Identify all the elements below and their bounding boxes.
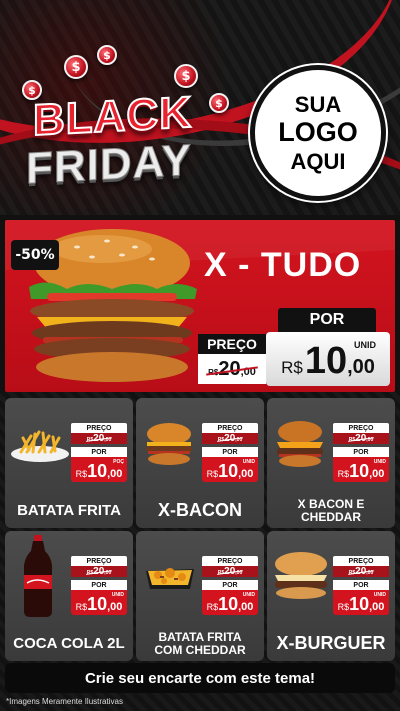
soda-bottle-image: [23, 535, 53, 617]
product-name: X-BURGUER: [276, 633, 386, 654]
new-price-label: POR: [71, 447, 127, 457]
fries-image: [11, 430, 69, 462]
featured-new-price-label: POR: [278, 308, 376, 332]
new-price-label: POR: [202, 580, 258, 590]
new-price: R$10,00 POÇ: [71, 457, 127, 482]
cta-banner[interactable]: Crie seu encarte com este tema!: [5, 663, 395, 693]
featured-unit: UNID: [354, 340, 376, 350]
unit-label: UNID: [373, 592, 386, 598]
discount-badge: -50%: [11, 240, 59, 270]
old-price-label: PREÇO: [202, 423, 258, 433]
product-name: X-BACON: [158, 500, 242, 521]
old-price-label: PREÇO: [71, 556, 127, 566]
product-name: BATATA FRITA: [17, 501, 121, 519]
featured-title: X - TUDO: [204, 246, 362, 284]
new-price: R$10,00 UNID: [333, 457, 389, 482]
price-tag: PREÇO R$20,00 POR R$10,00 UNID: [202, 556, 258, 615]
old-price-label: PREÇO: [333, 556, 389, 566]
new-price: R$10,00 UNID: [333, 590, 389, 615]
old-price: R$20,00: [202, 433, 258, 444]
new-price-label: POR: [71, 580, 127, 590]
product-name: X BACON E CHEDDAR: [297, 496, 365, 524]
new-price: R$10,00 UNID: [202, 590, 258, 615]
featured-old-price-box: R$20,00: [198, 354, 266, 384]
featured-old-price: R$20,00: [208, 357, 256, 380]
price-tag: PREÇO R$20,00 POR R$10,00 UNID: [333, 423, 389, 482]
unit-label: UNID: [242, 459, 255, 465]
product-card-x-burguer[interactable]: PREÇO R$20,00 POR R$10,00 UNID X-BURGUER: [267, 531, 395, 661]
cheddar-fries-image: [146, 568, 194, 589]
dollar-coin-icon: $: [97, 45, 117, 65]
disclaimer-note: *Imagens Meramente Ilustrativas: [6, 697, 123, 706]
old-price-label: PREÇO: [71, 423, 127, 433]
logo-line: SUA: [294, 92, 342, 118]
unit-label: UNID: [373, 459, 386, 465]
old-price: R$20,00: [202, 566, 258, 577]
dollar-coin-icon: $: [64, 55, 88, 79]
old-price: R$20,00: [333, 433, 389, 444]
new-price: R$10,00 UNID: [202, 457, 258, 482]
old-price: R$20,00: [333, 566, 389, 577]
product-card-batata-cheddar[interactable]: PREÇO R$20,00 POR R$10,00 UNID BATATA FR…: [136, 531, 264, 661]
price-tag: PREÇO R$20,00 POR R$10,00 UNID: [333, 556, 389, 615]
logo-placeholder[interactable]: SUA LOGO AQUI: [250, 65, 386, 201]
price-tag: PREÇO R$20,00 POR R$10,00 UNID: [202, 423, 258, 482]
product-name: COCA COLA 2L: [13, 634, 125, 652]
logo-line: AQUI: [290, 148, 346, 174]
featured-old-price-label: PREÇO: [198, 334, 266, 354]
product-card-x-bacon[interactable]: PREÇO R$20,00 POR R$10,00 UNID X-BACON: [136, 398, 264, 528]
burger-image: [146, 423, 192, 465]
unit-label: POÇ: [113, 459, 124, 465]
logo-line: LOGO: [278, 117, 358, 148]
old-price: R$20,00: [71, 433, 127, 444]
product-card-coca-cola[interactable]: PREÇO R$20,00 POR R$10,00 UNID COCA COLA…: [5, 531, 133, 661]
unit-label: UNID: [242, 592, 255, 598]
burger-image: [277, 421, 323, 467]
dollar-coin-icon: $: [174, 64, 198, 88]
header-banner: $ $ $ $ $ BLACK FRIDAY SUA LOGO AQUI: [0, 0, 400, 215]
black-friday-title-friday: FRIDAY: [26, 135, 193, 194]
new-price-label: POR: [333, 447, 389, 457]
new-price-label: POR: [202, 447, 258, 457]
burger-image: [275, 552, 327, 599]
old-price-label: PREÇO: [333, 423, 389, 433]
product-card-x-bacon-cheddar[interactable]: PREÇO R$20,00 POR R$10,00 UNID X BACON E…: [267, 398, 395, 528]
new-price: R$10,00 UNID: [71, 590, 127, 615]
old-price: R$20,00: [71, 566, 127, 577]
old-price-label: PREÇO: [202, 556, 258, 566]
product-name: BATATA FRITA COM CHEDDAR: [154, 629, 246, 657]
dollar-coin-icon: $: [209, 93, 229, 113]
price-tag: PREÇO R$20,00 POR R$10,00 UNID: [71, 556, 127, 615]
unit-label: UNID: [111, 592, 124, 598]
new-price-label: POR: [333, 580, 389, 590]
price-tag: PREÇO R$20,00 POR R$10,00 POÇ: [71, 423, 127, 482]
product-card-batata-frita[interactable]: PREÇO R$20,00 POR R$10,00 POÇ BATATA FRI…: [5, 398, 133, 528]
